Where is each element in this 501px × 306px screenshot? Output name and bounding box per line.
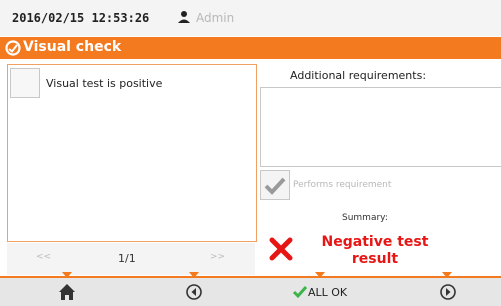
next-page-button[interactable]: >> bbox=[210, 252, 225, 262]
visual-check-icon bbox=[5, 40, 21, 56]
footer-notch bbox=[315, 272, 325, 278]
back-arrow-icon[interactable] bbox=[186, 284, 202, 300]
username: Admin bbox=[196, 11, 235, 25]
result-line-1: Negative test bbox=[321, 234, 429, 250]
all-ok-label: ALL OK bbox=[308, 286, 348, 299]
cross-icon bbox=[269, 237, 293, 261]
checkmark-icon bbox=[264, 177, 286, 195]
summary-label: Summary: bbox=[342, 213, 388, 223]
page-indicator: 1/1 bbox=[118, 252, 136, 265]
result-text: Negative test result bbox=[310, 234, 440, 268]
forward-arrow-icon[interactable] bbox=[440, 284, 456, 300]
ok-check-icon bbox=[292, 286, 308, 299]
test-list-panel bbox=[7, 64, 257, 242]
requirements-label: Additional requirements: bbox=[290, 69, 427, 82]
footer-notch bbox=[62, 272, 72, 278]
datetime: 2016/02/15 12:53:26 bbox=[12, 11, 150, 25]
performs-requirement-checkbox[interactable] bbox=[260, 170, 290, 200]
footer-notch bbox=[442, 272, 452, 278]
home-icon[interactable] bbox=[58, 283, 76, 301]
result-line-2: result bbox=[351, 251, 399, 267]
status-bar: 2016/02/15 12:53:26 Admin bbox=[0, 0, 501, 36]
visual-test-checkbox[interactable] bbox=[10, 68, 40, 98]
visual-test-label: Visual test is positive bbox=[46, 77, 163, 90]
prev-page-button[interactable]: << bbox=[36, 252, 51, 262]
footer-notch bbox=[189, 272, 199, 278]
title-bar: Visual check bbox=[0, 37, 501, 59]
user-icon bbox=[178, 11, 190, 23]
requirements-field[interactable] bbox=[260, 87, 501, 167]
page-title: Visual check bbox=[23, 39, 122, 55]
performs-requirement-label: Performs requirement bbox=[293, 180, 392, 190]
